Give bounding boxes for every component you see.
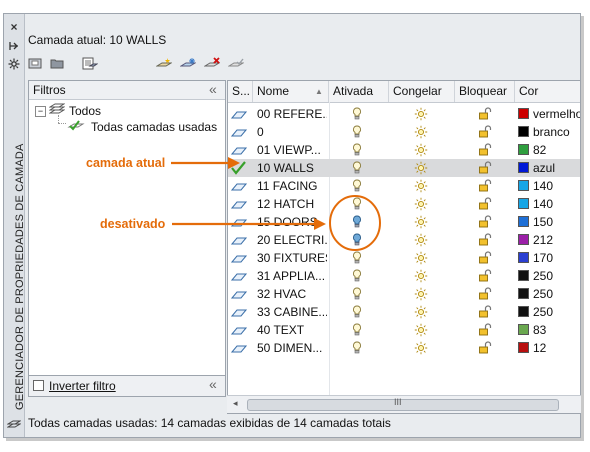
highlight-off-bulbs [329, 195, 381, 251]
annotation-off: desativado [100, 217, 166, 231]
annotation-arrows [171, 157, 381, 251]
arrow-current-layer [171, 157, 240, 169]
arrow-off-layers [172, 218, 326, 230]
